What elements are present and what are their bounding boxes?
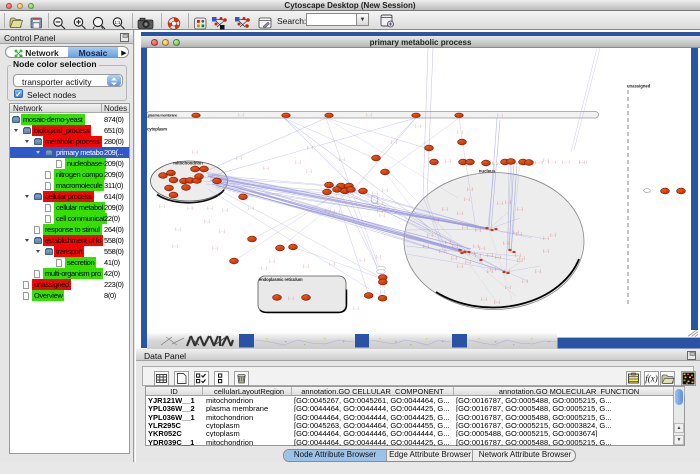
- svg-text:[....]: [....]: [452, 244, 457, 248]
- svg-text:[....]: [....]: [427, 233, 432, 237]
- svg-text:[....]: [....]: [457, 264, 462, 268]
- svg-text:[.......]: [.......]: [535, 160, 543, 164]
- svg-text:[....]: [....]: [222, 208, 227, 212]
- svg-text:[....]: [....]: [445, 159, 450, 163]
- svg-text:[....]: [....]: [376, 255, 381, 259]
- svg-text:[....]: [....]: [307, 146, 312, 150]
- svg-text:f(x): f(x): [645, 374, 658, 384]
- svg-text:[....]: [....]: [457, 211, 462, 215]
- svg-text:[....]: [....]: [445, 240, 450, 244]
- svg-text:[....]: [....]: [464, 197, 469, 201]
- svg-text:[....]: [....]: [439, 249, 444, 253]
- svg-text:[....]: [....]: [175, 227, 180, 231]
- svg-text:[....]: [....]: [535, 269, 540, 273]
- svg-text:[....]: [....]: [415, 124, 420, 128]
- svg-text:[....]: [....]: [505, 200, 510, 204]
- svg-text:plasma membrane: plasma membrane: [148, 114, 177, 118]
- svg-text:[...]: [...]: [343, 190, 347, 194]
- svg-text:[....]: [....]: [423, 244, 428, 248]
- svg-text:[....]: [....]: [543, 249, 548, 253]
- svg-text:[....]: [....]: [497, 201, 502, 205]
- svg-text:[....]: [....]: [465, 260, 470, 264]
- svg-text:[....]: [....]: [517, 258, 522, 262]
- svg-text:[.......]: [.......]: [548, 160, 556, 164]
- svg-text:[....]: [....]: [192, 150, 197, 154]
- svg-text:[....]: [....]: [479, 246, 484, 250]
- svg-text:[.......]: [.......]: [579, 160, 587, 164]
- svg-text:[.......]: [.......]: [562, 160, 570, 164]
- svg-text:[....]: [....]: [159, 204, 164, 208]
- svg-text:1:1: 1:1: [114, 20, 121, 25]
- svg-text:[....]: [....]: [339, 157, 344, 161]
- svg-text:[....]: [....]: [522, 279, 527, 283]
- svg-text:[....]: [....]: [306, 169, 311, 173]
- svg-text:[....]: [....]: [462, 225, 467, 229]
- svg-text:[....]: [....]: [457, 130, 462, 134]
- svg-text:[....]: [....]: [433, 218, 438, 222]
- svg-text:[....]: [....]: [261, 266, 266, 270]
- svg-text:[....]: [....]: [503, 241, 508, 245]
- svg-text:mitochondrion: mitochondrion: [173, 161, 203, 166]
- svg-text:[....]: [....]: [248, 206, 253, 210]
- svg-text:[....]: [....]: [207, 206, 212, 210]
- svg-text:[.....]: [.....]: [492, 162, 498, 166]
- svg-text:[....]: [....]: [187, 206, 192, 210]
- svg-text:[...]: [...]: [169, 172, 173, 176]
- svg-text:endoplasmic reticulum: endoplasmic reticulum: [259, 277, 303, 282]
- svg-text:[...]: [...]: [335, 188, 339, 192]
- svg-text:unassigned: unassigned: [627, 84, 651, 89]
- svg-text:[....]: [....]: [475, 253, 480, 257]
- svg-text:[....]: [....]: [391, 140, 396, 144]
- svg-text:[....]: [....]: [481, 297, 486, 301]
- svg-text:[....]: [....]: [451, 256, 456, 260]
- svg-text:[....]: [....]: [379, 213, 384, 217]
- svg-text:[....]: [....]: [517, 207, 522, 211]
- svg-text:[....]: [....]: [328, 212, 333, 216]
- svg-text:[....]: [....]: [366, 113, 371, 117]
- svg-text:[...]: [...]: [188, 180, 192, 184]
- svg-text:[....]: [....]: [288, 296, 293, 300]
- svg-text:[....]: [....]: [497, 113, 502, 117]
- svg-text:[....]: [....]: [494, 300, 499, 304]
- svg-text:[....]: [....]: [382, 188, 387, 192]
- svg-text:[....]: [....]: [475, 228, 480, 232]
- svg-text:[....]: [....]: [495, 255, 500, 259]
- svg-text:[...]: [...]: [197, 176, 201, 180]
- svg-text:[....]: [....]: [263, 166, 268, 170]
- svg-text:[....]: [....]: [487, 253, 492, 257]
- svg-text:[....]: [....]: [238, 113, 243, 117]
- svg-text:[....]: [....]: [269, 259, 274, 263]
- svg-text:[....]: [....]: [329, 262, 334, 266]
- svg-text:[....]: [....]: [442, 207, 447, 211]
- svg-text:[....]: [....]: [473, 244, 478, 248]
- svg-text:[....]: [....]: [467, 187, 472, 191]
- svg-text:[....]: [....]: [219, 229, 224, 233]
- svg-text:[....]: [....]: [487, 269, 492, 273]
- svg-text:[....]: [....]: [372, 191, 377, 195]
- svg-text:[....]: [....]: [303, 264, 308, 268]
- svg-text:[....]: [....]: [516, 232, 521, 236]
- svg-text:[....]: [....]: [236, 156, 241, 160]
- svg-text:[....]: [....]: [334, 209, 339, 213]
- svg-text:[....]: [....]: [353, 306, 358, 310]
- svg-text:[....]: [....]: [543, 236, 548, 240]
- svg-text:[....]: [....]: [550, 233, 555, 237]
- svg-text:[....]: [....]: [360, 258, 365, 262]
- svg-text:[....]: [....]: [204, 219, 209, 223]
- svg-text:[....]: [....]: [212, 246, 217, 250]
- svg-text:[....]: [....]: [172, 244, 177, 248]
- svg-text:[....]: [....]: [295, 160, 300, 164]
- svg-text:[...]: [...]: [182, 180, 186, 184]
- svg-text:cytoplasm: cytoplasm: [147, 127, 167, 132]
- svg-text:[....]: [....]: [380, 290, 385, 294]
- svg-text:[....]: [....]: [505, 285, 510, 289]
- svg-text:[...]: [...]: [327, 184, 331, 188]
